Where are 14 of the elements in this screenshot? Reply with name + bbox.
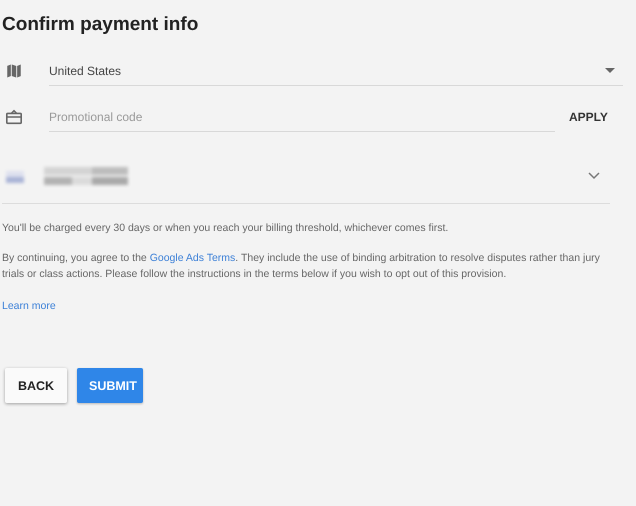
promo-code-field[interactable]: Promotional code	[49, 102, 555, 132]
billing-note: You'll be charged every 30 days or when you reach your billing threshold, whichever comes first.	[2, 221, 450, 236]
apply-button[interactable]: APPLY	[569, 104, 608, 130]
page-title: Confirm payment info	[2, 14, 200, 36]
submit-button[interactable]: SUBMIT	[77, 368, 143, 403]
map-icon	[5, 62, 23, 80]
learn-more-link[interactable]: Learn more	[2, 300, 56, 312]
gift-card-icon	[5, 108, 23, 126]
terms-text: By continuing, you agree to the Google Ads Terms. They include the use of binding arbitration to resolve disputes rather than jury trials or class actions. Please follow the instructions in the terms below if you wish to opt out of this provision.	[2, 251, 601, 282]
country-select[interactable]: United States	[49, 56, 623, 86]
dropdown-icon	[605, 68, 615, 74]
back-button[interactable]: BACK	[5, 368, 67, 403]
chevron-icon	[588, 172, 600, 180]
terms-link[interactable]: Google Ads Terms	[150, 252, 236, 264]
